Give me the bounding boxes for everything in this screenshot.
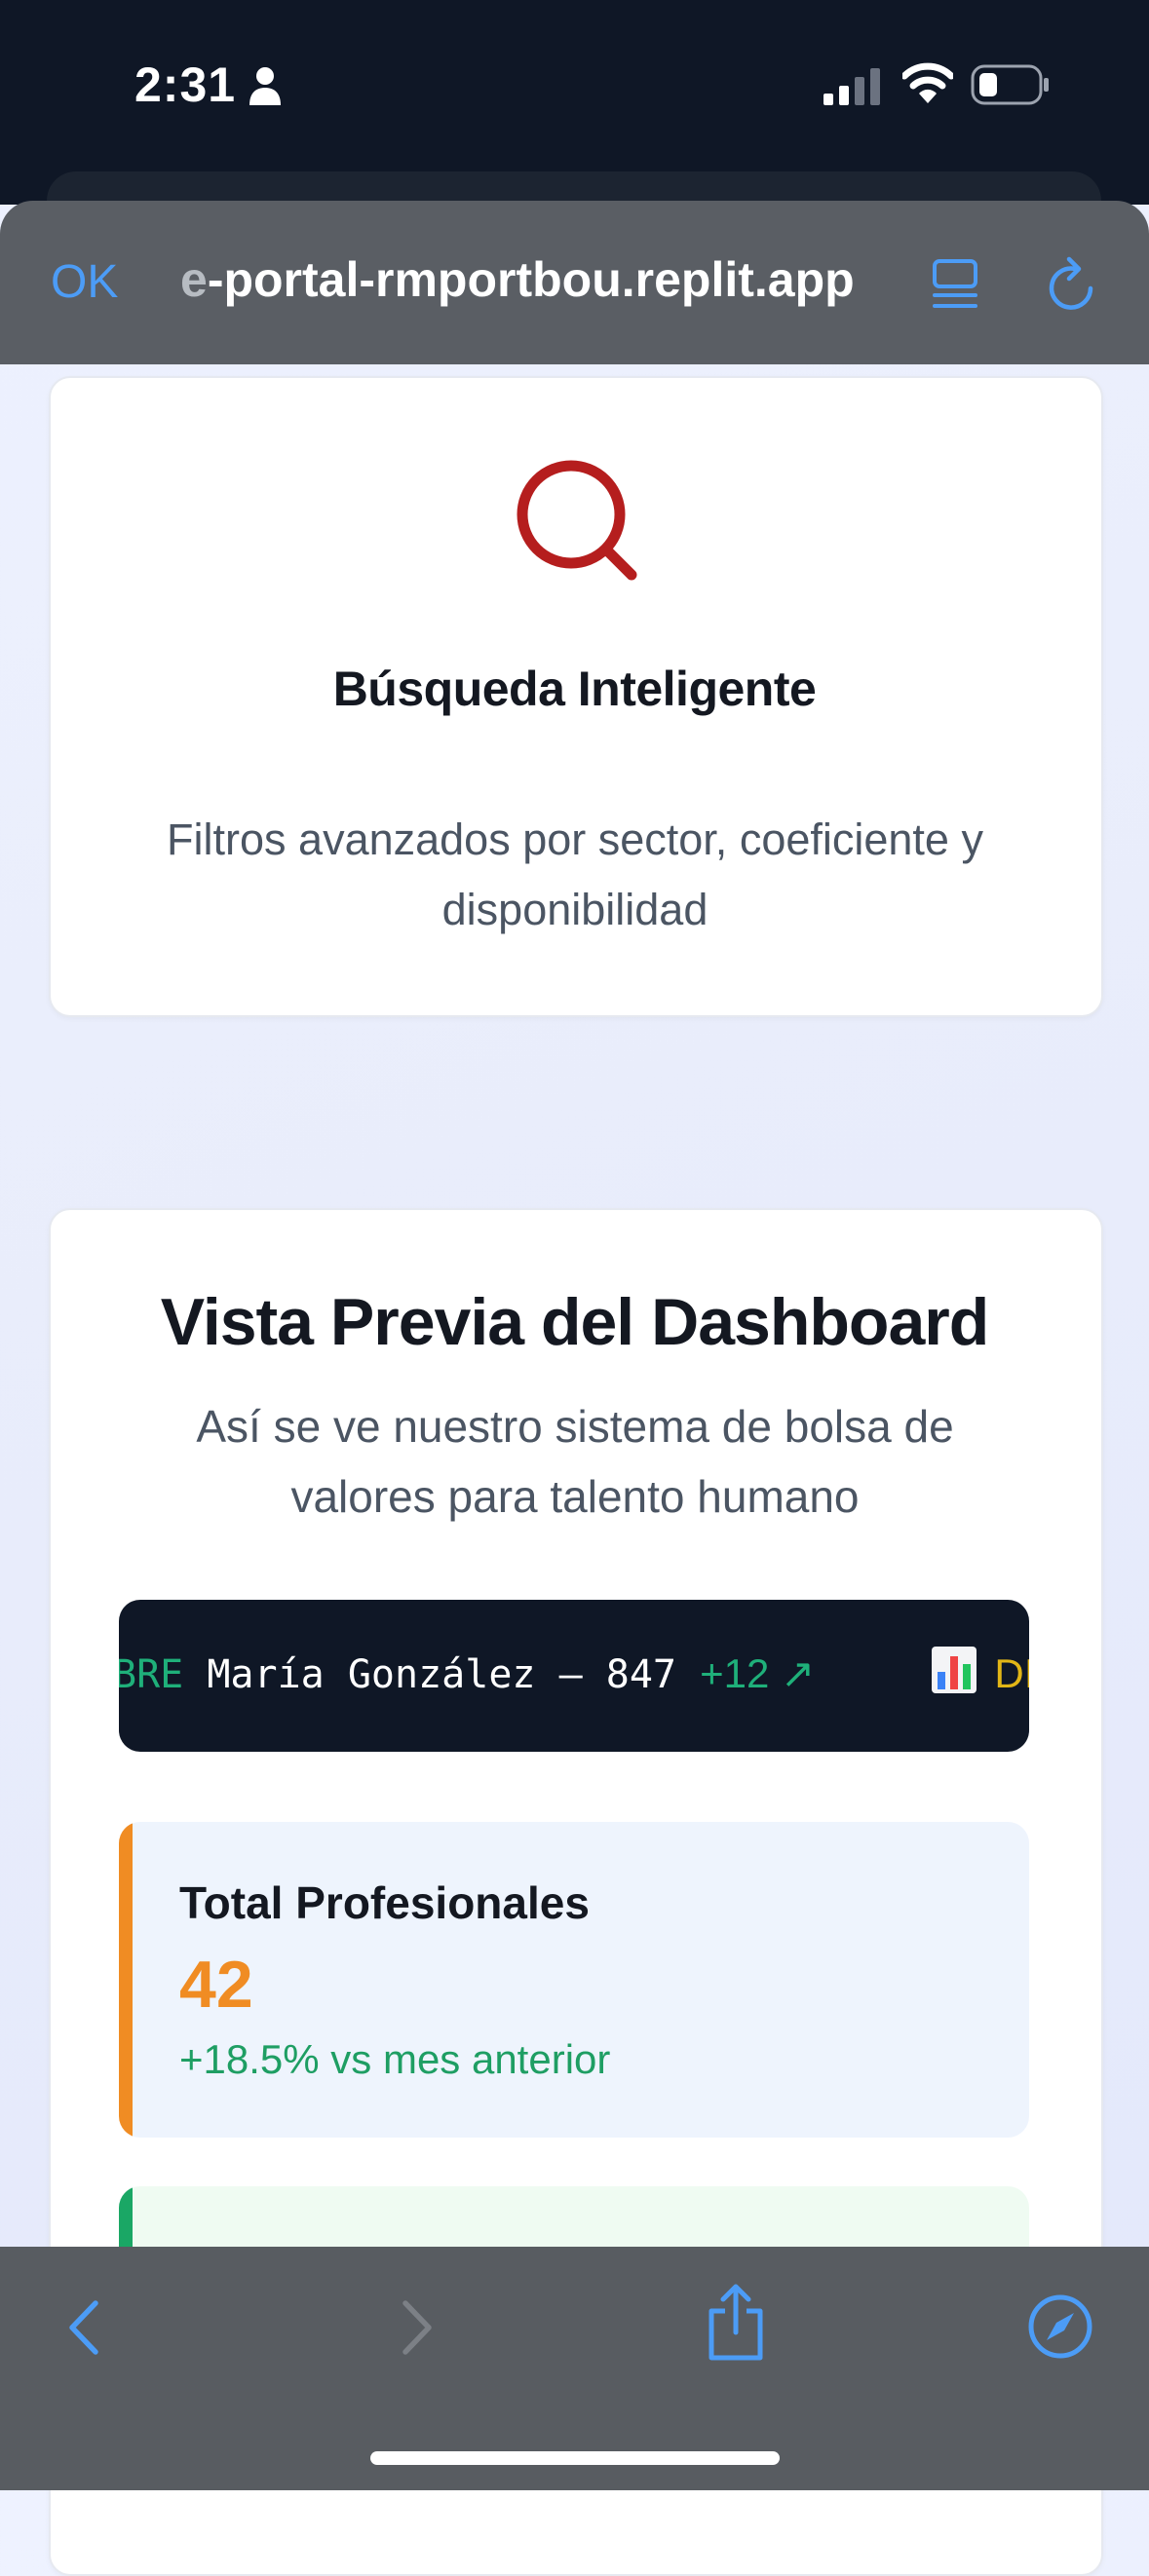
done-button[interactable]: OK	[51, 255, 118, 309]
ticker-prefix: BRE	[119, 1652, 184, 1697]
url-text: -portal-rmportbou.replit.app	[207, 252, 855, 307]
status-time: 2:31	[134, 57, 237, 112]
compass-icon[interactable]	[1027, 2293, 1093, 2360]
ticker-change: +12 ↗	[700, 1650, 816, 1696]
wifi-icon	[902, 62, 953, 103]
feature-description: Filtros avanzados por sector, coeficient…	[167, 814, 983, 934]
feature-title: Búsqueda Inteligente	[332, 662, 817, 716]
ticker-next-tag: DIS	[994, 1650, 1029, 1696]
bar-chart-icon	[932, 1647, 977, 1693]
person-icon	[249, 67, 281, 105]
home-indicator	[370, 2451, 780, 2465]
stat-value: 42	[179, 1948, 253, 2022]
back-icon[interactable]	[60, 2295, 109, 2360]
dashboard-title: Vista Previa del Dashboard	[160, 1285, 990, 1359]
ticker-entry: María González – 847	[207, 1652, 676, 1697]
stat-label: Total Profesionales	[179, 1877, 590, 1928]
stock-ticker: BRE María González – 847 +12 ↗ DIS	[119, 1600, 1029, 1752]
stat-card-total-professionals: Total Profesionales 42 +18.5% vs mes ant…	[119, 1822, 1029, 2138]
cellular-signal-icon	[823, 68, 880, 105]
url-field[interactable]: e-portal-rmportbou.replit.app	[180, 251, 855, 308]
url-faded-prefix: e	[180, 252, 208, 307]
search-icon	[517, 460, 637, 581]
share-icon[interactable]	[704, 2282, 768, 2364]
dashboard-subtitle: Así se ve nuestro sistema de bolsa de va…	[196, 1401, 954, 1522]
reload-icon[interactable]	[1046, 255, 1100, 314]
stat-accent-bar	[119, 1822, 133, 2138]
page-menu-icon[interactable]	[932, 255, 980, 314]
stat-change: +18.5% vs mes anterior	[179, 2036, 611, 2082]
forward-icon[interactable]	[392, 2295, 440, 2360]
battery-icon	[971, 64, 1049, 105]
